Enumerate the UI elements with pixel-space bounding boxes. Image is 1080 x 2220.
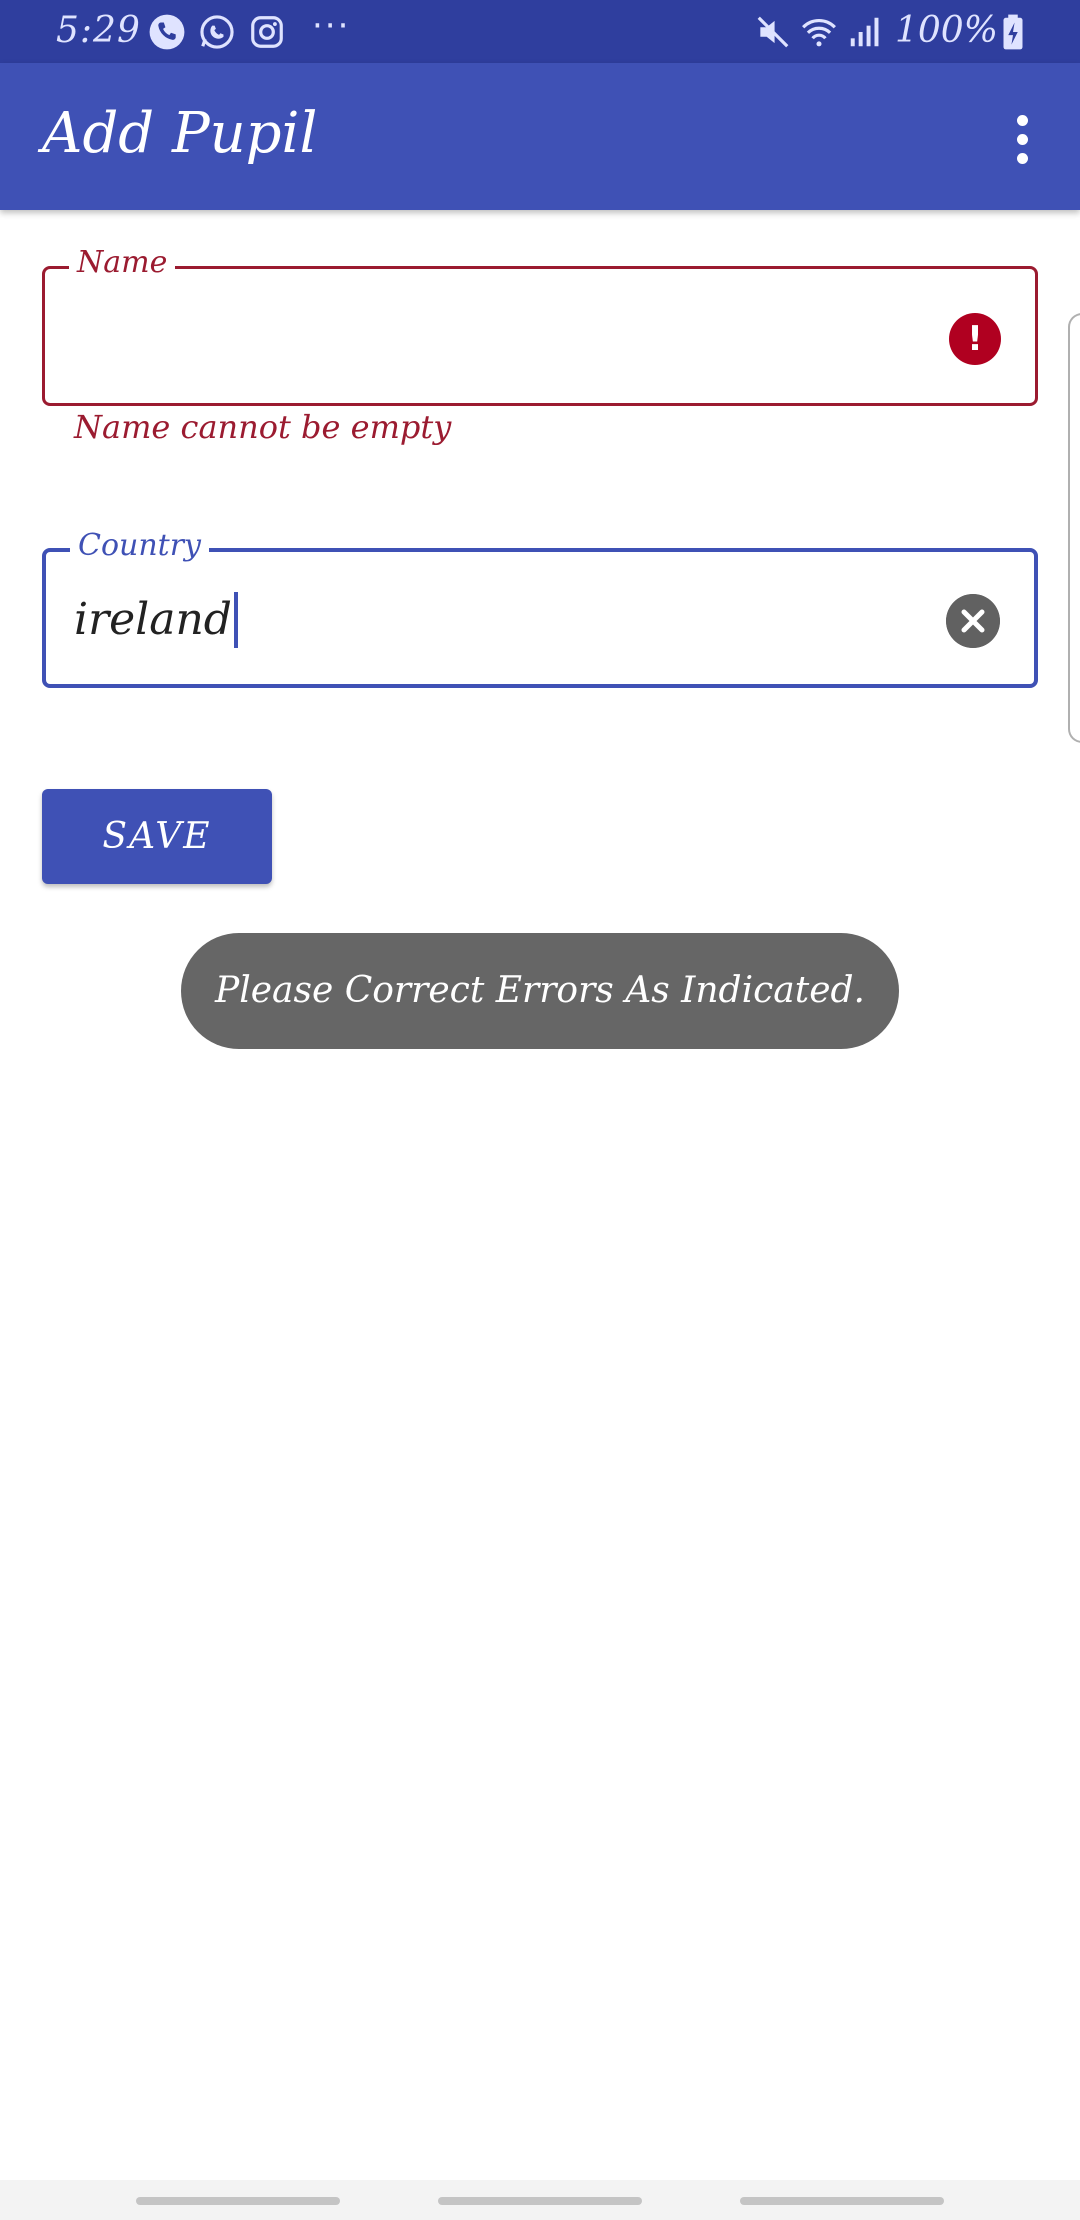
save-button[interactable]: SAVE [42,789,272,884]
navigation-bar [0,2180,1080,2220]
clear-text-icon[interactable] [946,594,1000,648]
whatsapp-icon [200,15,234,49]
name-field-label: Name [69,245,176,280]
mute-icon [757,16,789,48]
edge-panel-handle[interactable] [1068,313,1080,743]
battery-charging-icon [1003,14,1023,50]
status-time: 5:29 [56,10,141,51]
signal-icon [850,17,879,47]
name-field[interactable]: Name ! [42,245,1038,406]
app-bar: Add Pupil [0,63,1080,210]
instagram-icon [251,16,283,48]
phone-icon [149,14,185,50]
name-error-message: Name cannot be empty [74,408,452,446]
overflow-menu-icon[interactable] [1002,115,1042,171]
back-button[interactable] [740,2197,944,2205]
battery-percent: 100% [895,10,998,51]
wifi-icon [802,19,836,47]
country-field-value: ireland [74,594,232,645]
home-button[interactable] [438,2197,642,2205]
toast-message: Please Correct Errors As Indicated. [181,933,899,1049]
recents-button[interactable] [136,2197,340,2205]
status-bar: 5:29 ··· 100% [0,0,1080,63]
page-title: Add Pupil [42,101,318,166]
text-cursor [234,592,238,648]
more-dots-icon: ··· [312,6,351,46]
country-field-label: Country [70,528,210,563]
country-field[interactable]: Country ireland [42,528,1038,688]
error-icon: ! [949,313,1001,365]
